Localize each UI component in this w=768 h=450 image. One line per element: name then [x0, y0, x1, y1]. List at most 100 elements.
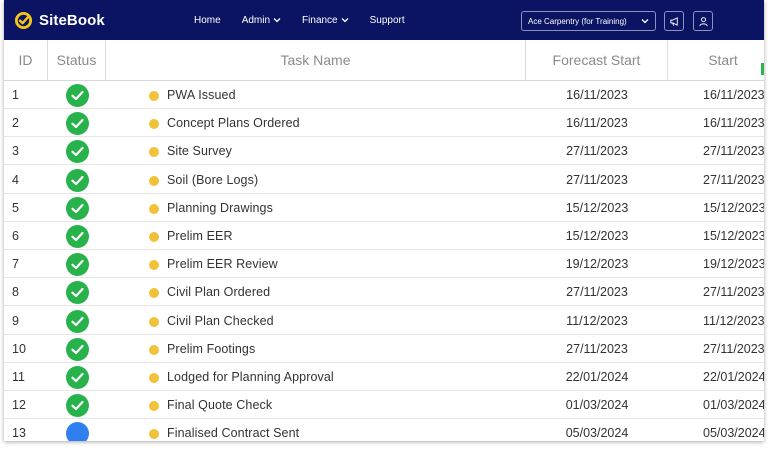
status-complete-icon[interactable]: [66, 309, 89, 333]
forecast-start-date: 15/12/2023: [565, 229, 629, 243]
status-complete-icon[interactable]: [66, 225, 89, 248]
task-name[interactable]: Soil (Bore Logs): [167, 166, 258, 194]
column-header-start[interactable]: Start: [668, 40, 764, 80]
table-row[interactable]: 9 Civil Plan Checked 11/12/2023 11/12/2023: [4, 307, 764, 335]
task-id: 1: [12, 88, 19, 102]
forecast-start-date: 05/03/2024: [565, 426, 629, 441]
logo[interactable]: SiteBook: [14, 11, 105, 30]
task-id: 2: [12, 116, 19, 131]
start-date: 27/11/2023: [703, 285, 764, 300]
task-dot-icon: [149, 373, 159, 383]
task-name[interactable]: Finalised Contract Sent: [167, 419, 299, 441]
status-complete-icon[interactable]: [66, 84, 89, 107]
task-dot-icon: [149, 203, 159, 214]
user-icon: [698, 16, 708, 26]
start-date: 27/11/2023: [703, 172, 764, 187]
checkmark-icon: [71, 203, 84, 213]
start-date: 22/01/2024: [703, 370, 764, 384]
table-row[interactable]: 13 Finalised Contract Sent 05/03/2024 05/03…: [4, 419, 764, 441]
forecast-start-date: 22/01/2024: [565, 370, 629, 384]
start-date: 16/11/2023: [703, 116, 764, 131]
status-complete-icon[interactable]: [66, 337, 89, 361]
task-dot-icon: [149, 175, 159, 186]
task-dot-icon: [149, 316, 159, 327]
checkmark-icon: [71, 231, 84, 242]
task-name[interactable]: Prelim EER Review: [167, 250, 278, 278]
nav-home-label: Home: [194, 14, 221, 26]
task-name[interactable]: Concept Plans Ordered: [167, 109, 300, 137]
task-name[interactable]: Civil Plan Checked: [167, 307, 274, 335]
table-row[interactable]: 6 Prelim EER 15/12/2023 15/12/2023: [4, 222, 764, 250]
task-dot-icon: [149, 147, 159, 158]
table-row[interactable]: 7 Prelim EER Review 19/12/2023 19/12/2023: [4, 250, 764, 279]
task-id: 8: [12, 285, 19, 300]
task-dot-icon: [149, 232, 159, 242]
forecast-start-date: 16/11/2023: [566, 116, 628, 131]
task-name[interactable]: Planning Drawings: [167, 194, 273, 222]
status-complete-icon[interactable]: [66, 140, 89, 164]
nav-admin[interactable]: Admin: [242, 15, 281, 26]
table-row[interactable]: 5 Planning Drawings 15/12/2023 15/12/2023: [4, 194, 764, 222]
task-id: 6: [12, 229, 19, 243]
checkmark-icon: [71, 147, 84, 157]
announcements-button[interactable]: [664, 11, 684, 31]
table-row[interactable]: 10 Prelim Footings 27/11/2023 27/11/2023: [4, 335, 764, 363]
main-nav: Home Admin Finance Support: [194, 0, 426, 40]
table-row[interactable]: 2 Concept Plans Ordered 16/11/2023 16/11/20…: [4, 109, 764, 138]
column-header-status[interactable]: Status: [48, 40, 106, 80]
chevron-down-icon: [641, 19, 649, 24]
table-row[interactable]: 1 PWA Issued 16/11/2023 16/11/2023: [4, 81, 764, 109]
forecast-start-date: 27/11/2023: [566, 172, 628, 187]
nav-finance-label: Finance: [302, 14, 338, 26]
column-header-id[interactable]: ID: [4, 40, 48, 80]
nav-finance[interactable]: Finance: [302, 15, 349, 26]
task-dot-icon: [149, 429, 159, 440]
task-name[interactable]: Prelim EER: [167, 222, 233, 250]
status-complete-icon[interactable]: [66, 394, 89, 418]
start-date: 15/12/2023: [703, 229, 764, 243]
task-name[interactable]: Lodged for Planning Approval: [167, 363, 334, 391]
status-complete-icon[interactable]: [66, 112, 89, 136]
forecast-start-date: 01/03/2024: [565, 398, 629, 413]
status-complete-icon[interactable]: [66, 253, 89, 277]
forecast-start-date: 27/11/2023: [566, 285, 628, 300]
nav-home[interactable]: Home: [194, 15, 221, 26]
table-row[interactable]: 12 Final Quote Check 01/03/2024 01/03/2024: [4, 391, 764, 420]
task-name[interactable]: Prelim Footings: [167, 335, 255, 363]
checkmark-icon: [71, 90, 84, 101]
task-name[interactable]: Final Quote Check: [167, 391, 272, 419]
table-row[interactable]: 3 Site Survey 27/11/2023 27/11/2023: [4, 137, 764, 166]
task-id: 7: [12, 257, 19, 272]
task-id: 4: [12, 172, 19, 187]
start-date: 01/03/2024: [703, 398, 764, 413]
checkmark-icon: [71, 401, 84, 411]
task-dot-icon: [149, 288, 159, 299]
status-complete-icon[interactable]: [66, 366, 89, 389]
status-in-progress-icon[interactable]: [66, 422, 89, 441]
announcement-icon: [669, 16, 678, 26]
checkmark-icon: [71, 175, 84, 185]
forecast-start-date: 27/11/2023: [566, 144, 628, 159]
company-select[interactable]: Ace Carpentry (for Training): [521, 11, 656, 31]
nav-support[interactable]: Support: [370, 15, 405, 26]
forecast-start-date: 19/12/2023: [565, 257, 629, 272]
status-complete-icon[interactable]: [66, 281, 89, 305]
user-profile-button[interactable]: [693, 11, 713, 31]
table-row[interactable]: 8 Civil Plan Ordered 27/11/2023 27/11/2023: [4, 278, 764, 307]
task-name[interactable]: Civil Plan Ordered: [167, 278, 270, 306]
forecast-start-date: 11/12/2023: [566, 313, 628, 328]
column-header-task-name[interactable]: Task Name: [106, 40, 526, 80]
table-row[interactable]: 11 Lodged for Planning Approval 22/01/2024…: [4, 363, 764, 391]
task-dot-icon: [149, 344, 159, 355]
column-header-forecast-start[interactable]: Forecast Start: [526, 40, 668, 80]
task-name[interactable]: Site Survey: [167, 137, 232, 165]
table-row[interactable]: 4 Soil (Bore Logs) 27/11/2023 27/11/2023: [4, 166, 764, 194]
status-complete-icon[interactable]: [66, 196, 89, 220]
checkmark-icon: [71, 316, 84, 326]
task-id: 9: [12, 313, 19, 328]
task-id: 3: [12, 144, 19, 159]
status-complete-icon[interactable]: [66, 168, 89, 192]
task-id: 11: [12, 370, 25, 384]
task-name[interactable]: PWA Issued: [167, 81, 236, 109]
checkmark-icon: [71, 344, 84, 354]
